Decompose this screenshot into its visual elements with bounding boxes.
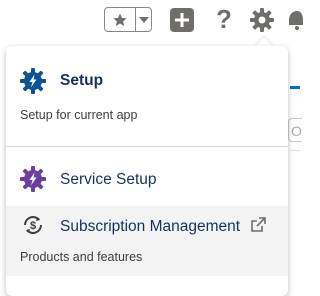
star-icon (113, 12, 127, 26)
subscription-title: Subscription Management (60, 218, 241, 235)
svg-text:$: $ (30, 220, 36, 232)
favorites-group (104, 7, 152, 32)
background-input: Op (288, 118, 302, 142)
background-tab-indicator (290, 86, 300, 89)
subscription-subtitle: Products and features (20, 250, 143, 264)
global-header: ? (0, 0, 303, 40)
menu-item-service-setup[interactable]: Service Setup (6, 162, 288, 196)
menu-item-setup[interactable]: Setup (6, 66, 288, 96)
gear-bolt-icon (20, 166, 46, 192)
background-divider (290, 150, 300, 151)
dollar-cycle-icon: $ (24, 216, 42, 234)
favorites-button[interactable] (105, 8, 136, 31)
gear-icon[interactable] (250, 8, 274, 32)
setup-menu: Setup Setup for current app Service Setu… (6, 46, 288, 296)
setup-subtitle: Setup for current app (20, 108, 138, 122)
global-actions-button[interactable] (170, 8, 194, 32)
favorites-dropdown-button[interactable] (136, 8, 151, 31)
caret-down-icon (138, 16, 149, 23)
bell-icon[interactable] (287, 8, 303, 32)
plus-icon (175, 13, 189, 27)
setup-title: Setup (60, 72, 104, 89)
menu-item-subscription[interactable] (6, 206, 288, 276)
external-link-icon[interactable] (250, 217, 266, 233)
help-button[interactable]: ? (216, 4, 232, 34)
gear-bolt-icon (20, 68, 46, 94)
service-setup-title: Service Setup (60, 171, 157, 188)
menu-divider (6, 146, 288, 147)
